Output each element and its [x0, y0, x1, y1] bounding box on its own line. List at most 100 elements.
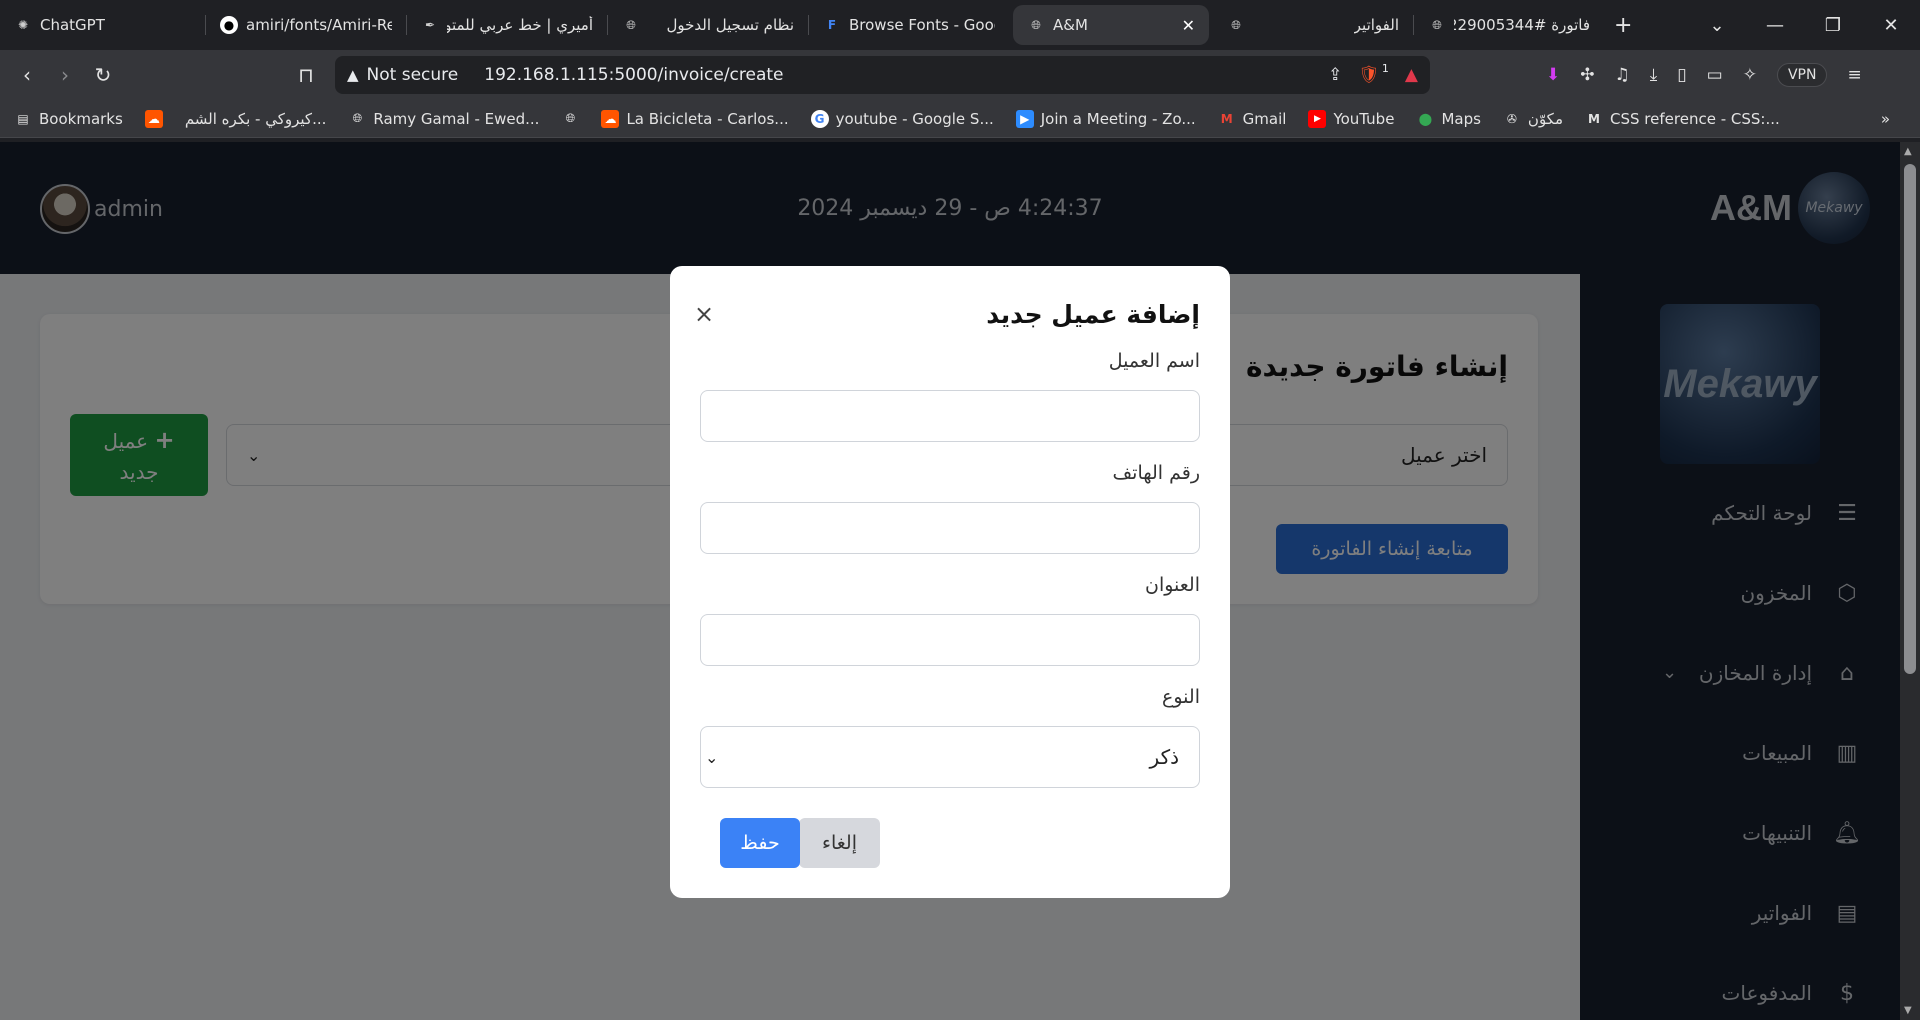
type-label: النوع: [1162, 686, 1200, 708]
scroll-down-icon[interactable]: ▼: [1904, 1005, 1912, 1016]
globe-icon: 🌐︎: [626, 17, 636, 32]
modal-title: إضافة عميل جديد: [986, 300, 1200, 329]
bookmark-button[interactable]: ⊓: [287, 56, 325, 94]
vpn-button[interactable]: VPN: [1776, 63, 1828, 87]
add-client-modal: إضافة عميل جديد × اسم العميل رقم الهاتف …: [670, 266, 1230, 898]
arrow-right-icon: ›: [61, 63, 69, 87]
google-fonts-icon: F: [827, 18, 837, 32]
scrollbar-thumb[interactable]: [1904, 164, 1916, 674]
save-button[interactable]: حفظ: [720, 818, 800, 868]
scroll-up-icon[interactable]: ▲: [1904, 146, 1912, 157]
warning-icon: ▲: [347, 66, 359, 84]
address-bar[interactable]: ▲ Not secure 192.168.1.115:5000/invoice/…: [335, 56, 1430, 94]
music-icon[interactable]: ♫: [1615, 65, 1630, 85]
tab-google-fonts[interactable]: F Browse Fonts - Goog: [809, 5, 1009, 45]
bookmark-label: youtube - Google S...: [835, 109, 994, 128]
bookmark-item[interactable]: M Gmail: [1218, 110, 1287, 128]
chevron-down-icon: ⌄: [1709, 14, 1725, 36]
bookmarks-bar: ▤ Bookmarks ☁ كيروكي - بكره الشم... 🌐︎ Ram…: [0, 100, 1920, 138]
bookmark-item[interactable]: ☁: [144, 109, 163, 128]
bookmark-label: مكوّن: [1527, 109, 1564, 128]
minimize-button[interactable]: —: [1746, 0, 1804, 50]
page-scrollbar[interactable]: ▲ ▼: [1900, 142, 1920, 1020]
globe-icon: 🌐︎: [565, 111, 576, 125]
zoom-icon: ▶: [1015, 109, 1034, 128]
sidebar-icon[interactable]: ▯: [1677, 65, 1686, 85]
minimize-icon: —: [1766, 14, 1784, 36]
leo-ai-icon[interactable]: ✧: [1743, 65, 1757, 85]
cancel-button[interactable]: إلغاء: [799, 818, 880, 868]
reload-button[interactable]: ↻: [84, 56, 122, 94]
bookmark-item[interactable]: ⬤ Maps: [1416, 109, 1481, 128]
client-name-input[interactable]: [700, 390, 1200, 442]
reload-icon: ↻: [94, 63, 112, 87]
wallet-icon[interactable]: ▭: [1707, 65, 1723, 85]
close-icon[interactable]: ×: [694, 300, 714, 328]
bookmark-item[interactable]: 🌐︎ Ramy Gamal - Ewed...: [348, 110, 540, 128]
tab-title: الفواتير: [1353, 16, 1399, 34]
brave-rewards-icon[interactable]: ▲: [1405, 65, 1418, 85]
maximize-button[interactable]: ❐: [1804, 0, 1862, 50]
bookmark-item[interactable]: ▶ Join a Meeting - Zo...: [1015, 109, 1196, 128]
bookmark-label: Maps: [1441, 109, 1481, 128]
url-text: 192.168.1.115:5000/invoice/create: [484, 65, 784, 85]
bookmark-item[interactable]: ▶ YouTube: [1308, 109, 1395, 128]
bookmark-item[interactable]: Gyoutube - Google S...: [810, 109, 994, 128]
window-controls: ⌄ — ❐ ✕: [1688, 0, 1920, 50]
globe-icon: 🌐︎: [352, 111, 363, 125]
chatgpt-icon: ✺: [17, 18, 29, 32]
tab-am-active[interactable]: 🌐︎ A&M ✕: [1013, 5, 1209, 45]
bookmarks-overflow-button[interactable]: »: [1881, 110, 1890, 128]
browser-toolbar: ‹ › ↻ ⊓ ▲ Not secure 192.168.1.115:5000/…: [0, 50, 1920, 100]
bookmark-label: CSS reference - CSS:...: [1610, 109, 1780, 128]
bookmarks-icon: ▤: [17, 111, 29, 126]
site-icon: ✒: [424, 18, 436, 32]
tab-github[interactable]: ● amiri/fonts/Amiri-Re: [206, 5, 406, 45]
tab-title: amiri/fonts/Amiri-Re: [246, 16, 392, 34]
bookmark-item[interactable]: M CSS reference - CSS:...: [1585, 110, 1780, 128]
phone-input[interactable]: [700, 502, 1200, 554]
youtube-icon: ▶: [1308, 109, 1327, 128]
mdn-icon: M: [1588, 111, 1600, 126]
bookmark-item[interactable]: 🌐︎: [561, 110, 579, 128]
downloads-icon[interactable]: ⤓: [1650, 65, 1658, 85]
tab-amiri[interactable]: ✒ أميري | خط عربي للمتو: [407, 5, 607, 45]
close-icon[interactable]: ✕: [1182, 16, 1195, 35]
tab-title: فاتورة #41229005344: [1454, 16, 1590, 34]
bookmark-label: كيروكي - بكره الشم...: [184, 109, 327, 128]
soundcloud-icon: ☁: [144, 109, 163, 128]
bookmark-item[interactable]: كيروكي - بكره الشم...: [185, 110, 327, 128]
brave-badge: 1: [1381, 61, 1389, 75]
bookmark-icon: ⊓: [298, 63, 314, 87]
back-button[interactable]: ‹: [8, 56, 46, 94]
share-icon[interactable]: ⇪: [1328, 65, 1342, 85]
menu-icon[interactable]: ≡: [1847, 65, 1861, 85]
bookmark-item[interactable]: ✇ مكوّن: [1503, 110, 1563, 128]
github-icon: ●: [220, 16, 238, 34]
bookmark-item[interactable]: ☁ La Bicicleta - Carlos...: [601, 109, 789, 128]
tab-login[interactable]: 🌐︎ نظام تسجيل الدخول: [608, 5, 808, 45]
brave-shield-icon[interactable]: 🛡︎: [1358, 65, 1380, 85]
tab-invoices[interactable]: 🌐︎ الفواتير: [1213, 5, 1413, 45]
maps-icon: ⬤: [1418, 111, 1433, 126]
address-label: العنوان: [1144, 574, 1200, 596]
omnibox-actions: ⇪ 🛡︎ 1 ▲: [1328, 61, 1418, 86]
bookmark-label: YouTube: [1333, 109, 1395, 128]
puzzle-icon[interactable]: ✣: [1580, 65, 1594, 85]
tab-title: A&M: [1053, 16, 1088, 34]
type-select[interactable]: ذكر ⌄: [700, 726, 1200, 788]
soundcloud-icon: ☁: [601, 109, 620, 128]
double-chevron-right-icon: »: [1880, 109, 1890, 128]
tab-search-button[interactable]: ⌄: [1688, 0, 1746, 50]
client-name-label: اسم العميل: [1108, 350, 1200, 372]
address-input[interactable]: [700, 614, 1200, 666]
tab-chatgpt[interactable]: ✺ ChatGPT: [0, 5, 205, 45]
close-window-button[interactable]: ✕: [1862, 0, 1920, 50]
tab-invoice-detail[interactable]: 🌐︎ فاتورة #41229005344: [1414, 5, 1604, 45]
download-ext-icon[interactable]: ⬇: [1546, 65, 1560, 85]
new-tab-button[interactable]: +: [1604, 5, 1644, 45]
tab-title: أميري | خط عربي للمتو: [447, 16, 593, 34]
forward-button[interactable]: ›: [46, 56, 84, 94]
plus-icon: +: [1614, 12, 1633, 38]
bookmark-item[interactable]: ▤ Bookmarks: [14, 110, 122, 128]
